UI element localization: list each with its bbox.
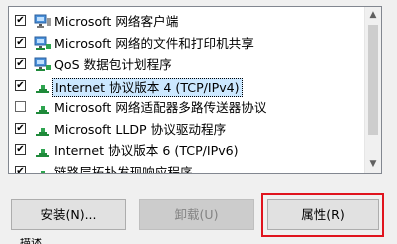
checkbox[interactable]: ✔ xyxy=(15,15,26,26)
protocol-icon xyxy=(34,78,52,95)
checkbox[interactable] xyxy=(15,101,26,112)
scrollbar-thumb[interactable] xyxy=(368,25,378,135)
components-items: ✔ Microsoft 网络客户端 ✔ Microsoft 网络的文件和打印机共享 ✔ Q… xyxy=(9,11,365,174)
list-item[interactable]: ✔ Microsoft LLDP 协议驱动程序 xyxy=(9,119,365,141)
network-client-icon xyxy=(34,13,52,30)
list-item-label: 链路层拓扑发现响应程序 xyxy=(54,164,193,174)
protocol-icon xyxy=(34,121,52,138)
list-item[interactable]: ✔ 链路层拓扑发现响应程序 xyxy=(9,162,365,174)
list-item[interactable]: ✔ QoS 数据包计划程序 xyxy=(9,54,365,76)
list-item[interactable]: ✔ Internet 协议版本 6 (TCP/IPv6) xyxy=(9,140,365,162)
properties-highlight-box xyxy=(261,193,384,237)
install-button[interactable]: 安装(N)... xyxy=(11,199,126,230)
protocol-icon xyxy=(34,99,52,116)
checkbox[interactable]: ✔ xyxy=(15,36,26,48)
uninstall-button[interactable]: 卸载(U) xyxy=(139,199,254,230)
list-item-label: Internet 协议版本 4 (TCP/IPv4) xyxy=(52,77,243,97)
network-service-icon xyxy=(34,56,52,73)
list-item-label: Internet 协议版本 6 (TCP/IPv6) xyxy=(54,143,239,158)
list-item-label: Microsoft 网络适配器多路传送器协议 xyxy=(54,100,267,115)
checkbox[interactable]: ✔ xyxy=(15,79,26,91)
checkbox[interactable]: ✔ xyxy=(15,144,26,155)
list-item-label: Microsoft 网络客户端 xyxy=(54,14,179,29)
checkbox[interactable]: ✔ xyxy=(15,165,26,173)
protocol-icon xyxy=(34,164,52,173)
description-label: 描述 xyxy=(20,238,42,244)
list-item[interactable]: Microsoft 网络适配器多路传送器协议 xyxy=(9,97,365,119)
list-item[interactable]: ✔ Internet 协议版本 4 (TCP/IPv4) xyxy=(9,76,365,98)
protocol-icon xyxy=(34,142,52,159)
scroll-up-arrow-icon[interactable]: ▲ xyxy=(365,7,381,24)
components-list[interactable]: ✔ Microsoft 网络客户端 ✔ Microsoft 网络的文件和打印机共享 ✔ Q… xyxy=(8,6,382,174)
checkbox[interactable]: ✔ xyxy=(15,122,26,134)
list-item-label: QoS 数据包计划程序 xyxy=(54,57,172,72)
checkbox[interactable]: ✔ xyxy=(15,58,26,69)
list-item[interactable]: ✔ Microsoft 网络客户端 xyxy=(9,11,365,33)
list-item-label: Microsoft LLDP 协议驱动程序 xyxy=(54,121,227,137)
list-item-label: Microsoft 网络的文件和打印机共享 xyxy=(54,35,254,51)
vertical-scrollbar[interactable]: ▲ ▼ xyxy=(364,7,381,173)
list-item[interactable]: ✔ Microsoft 网络的文件和打印机共享 xyxy=(9,33,365,55)
network-service-icon xyxy=(34,35,52,52)
scroll-down-arrow-icon[interactable]: ▼ xyxy=(365,156,381,173)
